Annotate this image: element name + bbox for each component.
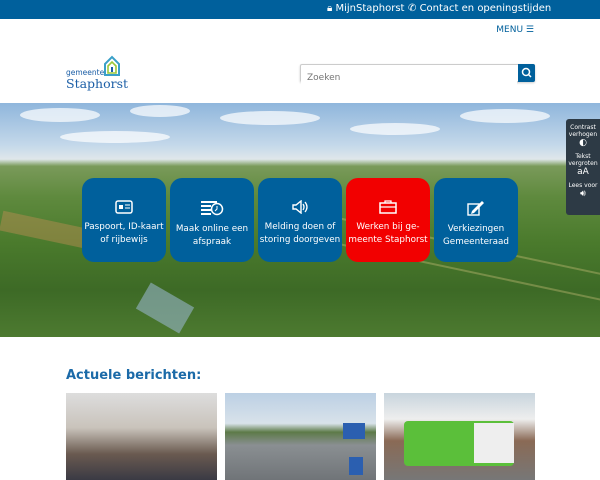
read-aloud-button[interactable]: Lees voor 🔊︎: [566, 182, 600, 199]
mijnstaphorst-label: MijnStaphorst: [335, 3, 405, 14]
contrast-button[interactable]: Contrast verhogen ◐: [566, 124, 600, 148]
tile-label: Paspoort, ID-kaart of rijbewijs: [84, 222, 164, 245]
tile-passport[interactable]: Paspoort, ID-kaart of rijbewijs: [82, 178, 166, 262]
speaker-icon: 🔊︎: [580, 189, 586, 199]
news-heading: Actuele berichten:: [66, 368, 202, 383]
menu-label: MENU: [496, 25, 524, 35]
tile-report[interactable]: Melding doen of storing doorgeven: [258, 178, 342, 262]
top-bar: 🔒︎ MijnStaphorst ✆ Contact en openingsti…: [0, 0, 600, 19]
news-image-2[interactable]: [225, 393, 376, 480]
hamburger-icon: ☰: [525, 25, 534, 35]
logo[interactable]: gemeente Staphorst: [66, 55, 129, 95]
search-button[interactable]: [518, 64, 535, 82]
menu-button[interactable]: MENU ☰: [496, 25, 534, 35]
news-image-1[interactable]: [66, 393, 217, 480]
read-aloud-label: Lees voor: [568, 182, 598, 189]
pencil-icon: [467, 201, 484, 216]
search-box: [300, 64, 535, 86]
contact-label: Contact en openingstijden: [419, 3, 552, 14]
search-input[interactable]: [301, 70, 517, 86]
accessibility-panel: Contrast verhogen ◐ Tekst vergroten aA Lee…: [566, 119, 600, 215]
speaker-icon: [292, 200, 308, 214]
text-size-label: Tekst vergroten: [568, 153, 598, 167]
house-logo-icon: [104, 55, 120, 76]
mijnstaphorst-link[interactable]: 🔒︎ MijnStaphorst: [327, 3, 404, 14]
briefcase-icon: [379, 200, 397, 214]
tile-label: Melding doen of storing doorgeven: [259, 222, 341, 245]
search-icon: [521, 67, 532, 78]
contrast-label: Contrast verhogen: [568, 124, 598, 138]
tile-label: Verkiezingen Gemeenteraad: [442, 224, 510, 247]
id-card-icon: [115, 200, 133, 214]
news-image-3[interactable]: [384, 393, 535, 480]
tile-label: Maak online een afspraak: [175, 224, 249, 247]
text-size-button[interactable]: Tekst vergroten aA: [566, 153, 600, 177]
contrast-icon: ◐: [579, 138, 587, 148]
tile-elections[interactable]: Verkiezingen Gemeenteraad: [434, 178, 518, 262]
tile-label: Werken bij ge-meente Staphorst: [348, 222, 428, 245]
logo-large-text: Staphorst: [66, 76, 129, 91]
text-size-icon: aA: [577, 167, 589, 177]
calendar-clock-icon: [201, 201, 224, 216]
tile-jobs[interactable]: Werken bij ge-meente Staphorst: [346, 178, 430, 262]
tile-appointment[interactable]: Maak online een afspraak: [170, 178, 254, 262]
contact-link[interactable]: ✆ Contact en openingstijden: [408, 3, 551, 14]
